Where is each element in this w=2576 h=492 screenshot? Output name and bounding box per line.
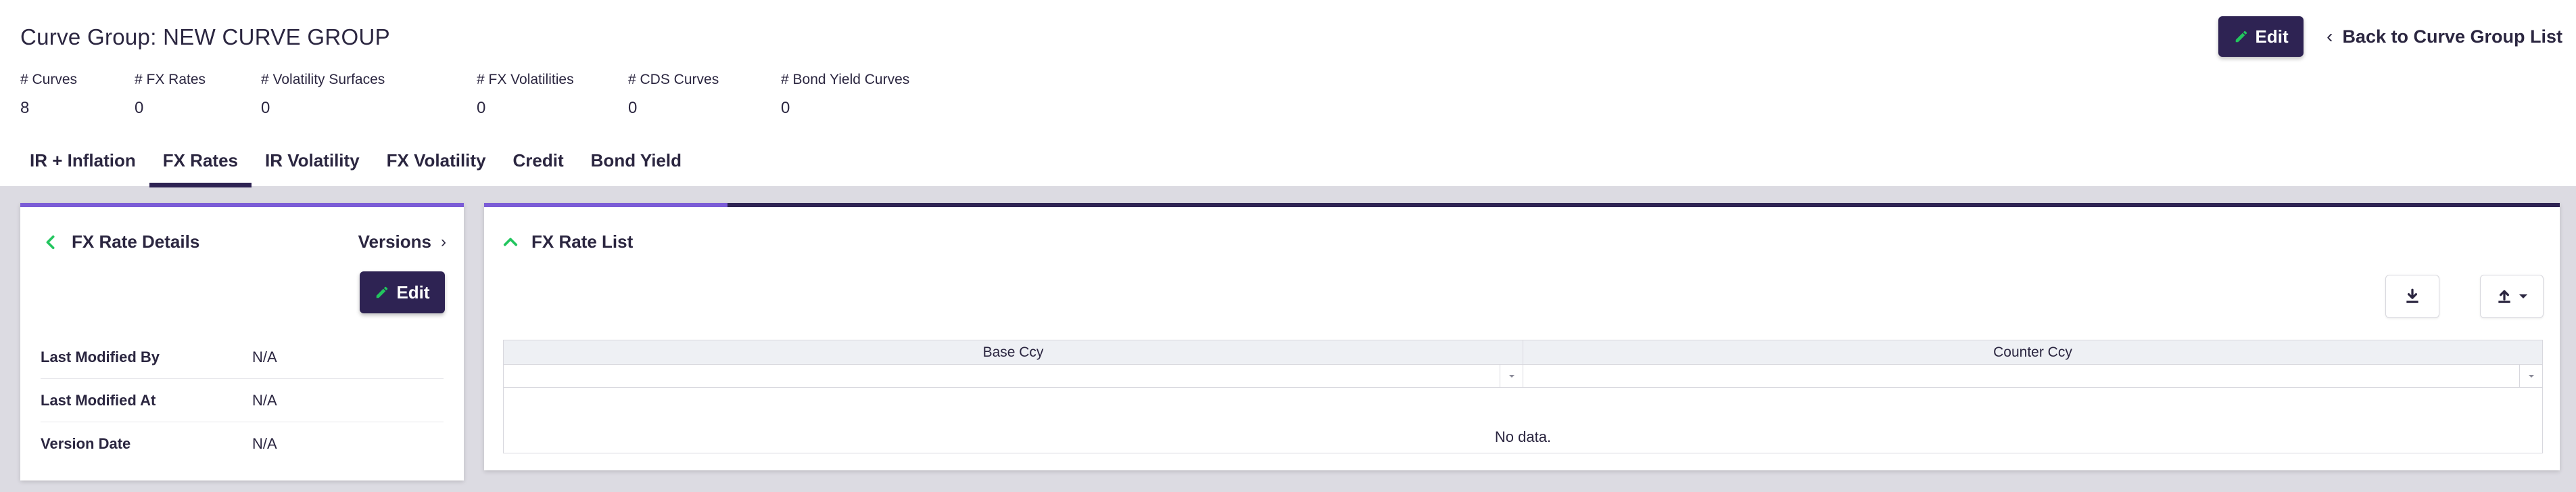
edit-curve-group-button[interactable]: Edit: [2218, 16, 2304, 57]
stat-value: 0: [781, 99, 790, 117]
detail-value: N/A: [252, 348, 277, 365]
stat-fx-volatilities: # FX Volatilities 0: [477, 72, 628, 118]
detail-row-last-modified-by: Last Modified By N/A: [41, 336, 444, 379]
detail-row-version-date: Version Date N/A: [41, 422, 444, 466]
stat-cds-curves: # CDS Curves 0: [628, 72, 781, 118]
curve-type-tabs: IR + Inflation FX Rates IR Volatility FX…: [16, 142, 695, 187]
stat-curves: # Curves 8: [20, 72, 135, 118]
stat-label: # FX Volatilities: [477, 72, 574, 87]
fx-rate-grid: Base Ccy Counter Ccy No data.: [503, 340, 2543, 453]
fx-rate-list-header[interactable]: FX Rate List: [503, 231, 633, 252]
stat-label: # CDS Curves: [628, 72, 719, 87]
fx-rate-details-list: Last Modified By N/A Last Modified At N/…: [41, 336, 444, 466]
stat-label: # FX Rates: [135, 72, 206, 87]
filter-cell-counter-ccy: [1523, 365, 2542, 388]
stat-value: 0: [261, 99, 270, 117]
stat-value: 8: [20, 99, 30, 117]
no-data-message: No data.: [1494, 428, 1552, 445]
base-ccy-filter-input[interactable]: [504, 365, 1498, 387]
stat-fx-rates: # FX Rates 0: [135, 72, 261, 118]
caret-down-icon: [2519, 294, 2527, 298]
page-header: Curve Group: NEW CURVE GROUP Edit ‹ Back…: [0, 0, 2576, 187]
detail-value: N/A: [252, 435, 277, 452]
stat-value: 0: [628, 99, 638, 117]
header-actions: Edit ‹ Back to Curve Group List: [2218, 16, 2562, 57]
detail-value: N/A: [252, 391, 277, 409]
stat-value: 0: [135, 99, 144, 117]
grid-header: Base Ccy Counter Ccy: [504, 340, 2542, 365]
counter-ccy-filter-dropdown[interactable]: [2519, 365, 2542, 387]
curve-group-stats: # Curves 8 # FX Rates 0 # Volatility Sur…: [20, 72, 909, 118]
detail-label: Last Modified By: [41, 348, 160, 365]
tab-ir-volatility[interactable]: IR Volatility: [252, 142, 373, 186]
caret-down-icon: [2528, 374, 2534, 378]
column-header-counter-ccy[interactable]: Counter Ccy: [1523, 340, 2542, 364]
edit-button-label: Edit: [396, 282, 430, 303]
detail-label: Last Modified At: [41, 391, 156, 409]
stat-volatility-surfaces: # Volatility Surfaces 0: [261, 72, 477, 118]
detail-label: Version Date: [41, 435, 131, 452]
stat-label: # Curves: [20, 72, 78, 87]
panel-title: FX Rate List: [531, 231, 634, 252]
stat-label: # Bond Yield Curves: [781, 72, 910, 87]
edit-button-label: Edit: [2255, 26, 2289, 47]
download-icon: [2406, 288, 2418, 303]
tab-bond-yield[interactable]: Bond Yield: [577, 142, 695, 186]
stat-label: # Volatility Surfaces: [261, 72, 385, 87]
tab-credit[interactable]: Credit: [500, 142, 577, 186]
upload-icon: [2498, 290, 2510, 303]
column-header-base-ccy[interactable]: Base Ccy: [504, 340, 1523, 364]
counter-ccy-filter-input[interactable]: [1523, 365, 2517, 387]
back-to-curve-group-list-link[interactable]: ‹ Back to Curve Group List: [2327, 26, 2562, 47]
filter-cell-base-ccy: [504, 365, 1523, 388]
tab-fx-rates[interactable]: FX Rates: [149, 142, 252, 187]
grid-filter-row: [504, 365, 2542, 388]
page-title: Curve Group: NEW CURVE GROUP: [20, 24, 390, 49]
back-link-label: Back to Curve Group List: [2342, 26, 2562, 47]
pencil-icon: [2235, 30, 2247, 43]
edit-fx-rate-button[interactable]: Edit: [360, 271, 445, 313]
fx-rate-list-panel: FX Rate List Base Ccy Counter Ccy No dat…: [484, 203, 2560, 470]
chevron-left-icon: ‹: [2327, 26, 2333, 47]
stat-bond-yield-curves: # Bond Yield Curves 0: [781, 72, 909, 118]
versions-link[interactable]: Versions ›: [358, 231, 446, 252]
tab-fx-volatility[interactable]: FX Volatility: [373, 142, 500, 186]
panel-title: FX Rate Details: [72, 231, 200, 252]
base-ccy-filter-dropdown[interactable]: [1500, 365, 1523, 387]
upload-dropdown-button[interactable]: [2480, 275, 2544, 318]
chevron-right-icon: ›: [441, 232, 446, 251]
stat-value: 0: [477, 99, 486, 117]
download-button[interactable]: [2385, 275, 2439, 318]
versions-label: Versions: [358, 231, 431, 252]
fx-rate-details-header[interactable]: FX Rate Details: [43, 231, 199, 252]
tab-ir-inflation[interactable]: IR + Inflation: [16, 142, 149, 186]
detail-row-last-modified-at: Last Modified At N/A: [41, 379, 444, 422]
caret-down-icon: [1508, 374, 1514, 378]
pencil-icon: [377, 286, 388, 298]
chevron-up-icon: [503, 238, 518, 246]
fx-rate-details-panel: FX Rate Details Versions › Edit Last Mod…: [20, 203, 464, 480]
chevron-left-icon: [46, 235, 55, 249]
